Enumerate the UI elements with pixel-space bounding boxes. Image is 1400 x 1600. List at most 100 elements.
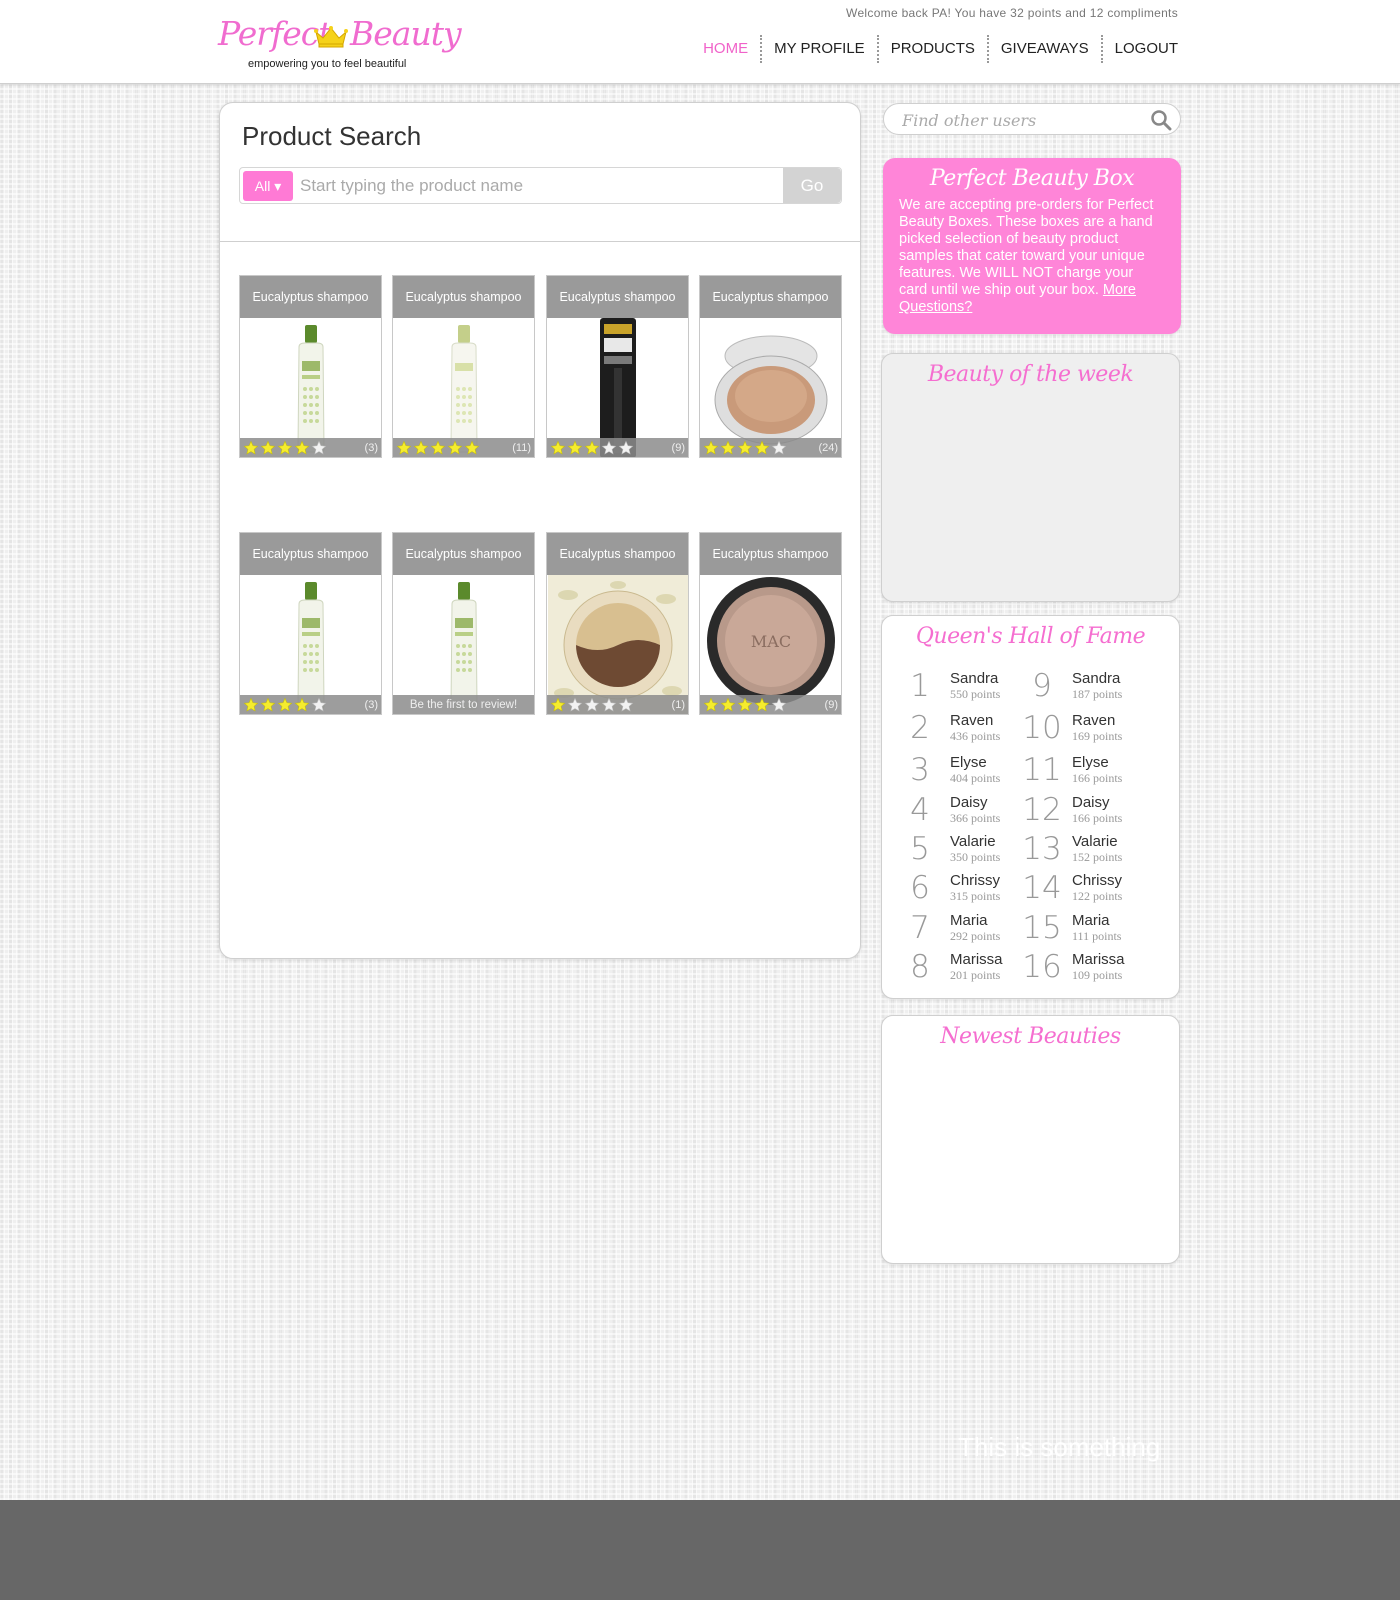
- star-filled-icon: [720, 697, 736, 712]
- hall-of-fame-entry[interactable]: 2 Raven 436 points: [900, 710, 1040, 750]
- product-image: [547, 575, 688, 714]
- star-filled-icon: [703, 440, 719, 455]
- nav-giveaways[interactable]: GIVEAWAYS: [989, 36, 1101, 62]
- member-points: 366 points: [950, 811, 1001, 825]
- user-search-input[interactable]: [902, 108, 1142, 132]
- product-rating-bar: Be the first to review!: [393, 695, 534, 714]
- product-card[interactable]: Eucalyptus shampoo (9): [546, 275, 689, 458]
- beauty-of-the-week-title: Beauty of the week: [927, 362, 1134, 387]
- product-title: Eucalyptus shampoo: [240, 276, 381, 318]
- member-name: Daisy: [1072, 794, 1110, 811]
- rank-number: 14: [1022, 870, 1062, 906]
- star-empty-icon: [601, 440, 617, 455]
- search-icon[interactable]: [1150, 109, 1172, 131]
- star-filled-icon: [277, 440, 293, 455]
- product-card[interactable]: Eucalyptus shampoo (24): [699, 275, 842, 458]
- member-name: Sandra: [950, 670, 999, 687]
- product-rating-bar: (3): [240, 438, 381, 457]
- nav-logout[interactable]: LOGOUT: [1103, 36, 1178, 62]
- star-filled-icon: [737, 440, 753, 455]
- mascara-icon: [599, 318, 636, 457]
- hall-of-fame-entry[interactable]: 3 Elyse 404 points: [900, 752, 1040, 792]
- newest-beauties-title: Newest Beauties: [940, 1024, 1121, 1049]
- product-card[interactable]: Eucalyptus shampoo (3): [239, 532, 382, 715]
- member-name: Marissa: [950, 951, 1003, 968]
- newest-beauties-panel: Newest Beauties: [881, 1015, 1180, 1264]
- product-image: [393, 575, 534, 714]
- star-filled-icon: [430, 440, 446, 455]
- hall-of-fame-entry[interactable]: 1 Sandra 550 points: [900, 668, 1040, 708]
- rank-number: 5: [910, 831, 930, 867]
- member-name: Chrissy: [1072, 872, 1123, 889]
- hall-of-fame-entry[interactable]: 5 Valarie 350 points: [900, 831, 1040, 871]
- star-empty-icon: [618, 440, 634, 455]
- go-button[interactable]: Go: [783, 168, 841, 203]
- hall-of-fame-entry[interactable]: 13 Valarie 152 points: [1022, 831, 1162, 871]
- star-filled-icon: [720, 440, 736, 455]
- product-card[interactable]: Eucalyptus shampoo (1): [546, 532, 689, 715]
- hall-of-fame-title: Queen's Hall of Fame: [915, 624, 1146, 649]
- product-search-input[interactable]: [300, 171, 770, 201]
- star-filled-icon: [754, 697, 770, 712]
- rank-number: 15: [1022, 910, 1062, 946]
- rank-number: 1: [910, 668, 930, 704]
- review-count: (24): [818, 441, 838, 454]
- star-empty-icon: [771, 697, 787, 712]
- nav-products[interactable]: PRODUCTS: [879, 36, 987, 62]
- beauty-of-the-week-panel: Beauty of the week: [881, 353, 1180, 602]
- product-rating-bar: (9): [547, 438, 688, 457]
- hall-of-fame-entry[interactable]: 6 Chrissy 315 points: [900, 870, 1040, 910]
- nav-my-profile[interactable]: MY PROFILE: [762, 36, 877, 62]
- hall-of-fame-entry[interactable]: 11 Elyse 166 points: [1022, 752, 1162, 792]
- section-divider: [220, 241, 860, 242]
- product-card[interactable]: Eucalyptus shampoo Be the first to revie…: [392, 532, 535, 715]
- hall-of-fame-entry[interactable]: 9 Sandra 187 points: [1022, 668, 1162, 708]
- site-logo[interactable]: Perfect Beauty empowering you to feel be…: [218, 8, 462, 74]
- hall-of-fame-entry[interactable]: 7 Maria 292 points: [900, 910, 1040, 950]
- member-name: Chrissy: [950, 872, 1001, 889]
- svg-text:MAC: MAC: [750, 632, 790, 651]
- hall-of-fame-entry[interactable]: 14 Chrissy 122 points: [1022, 870, 1162, 910]
- rank-number: 3: [910, 752, 930, 788]
- product-image: [547, 318, 688, 457]
- star-filled-icon: [754, 440, 770, 455]
- star-filled-icon: [550, 697, 566, 712]
- category-filter-dropdown[interactable]: All ▾: [243, 171, 293, 201]
- product-title: Eucalyptus shampoo: [700, 276, 841, 318]
- member-points: 166 points: [1072, 811, 1123, 825]
- product-title: Eucalyptus shampoo: [393, 533, 534, 575]
- hall-of-fame-entry[interactable]: 10 Raven 169 points: [1022, 710, 1162, 750]
- first-review-prompt[interactable]: Be the first to review!: [396, 699, 531, 711]
- member-points: 122 points: [1072, 889, 1123, 903]
- shampoo-bottle-icon: [296, 582, 325, 710]
- product-card[interactable]: Eucalyptus shampoo (3): [239, 275, 382, 458]
- hall-of-fame-entry[interactable]: 15 Maria 111 points: [1022, 910, 1162, 950]
- product-image: [240, 318, 381, 457]
- product-card[interactable]: Eucalyptus shampoo (11): [392, 275, 535, 458]
- member-name: Valarie: [1072, 833, 1118, 850]
- welcome-message: Welcome back PA! You have 32 points and …: [846, 6, 1178, 20]
- hall-of-fame-entry[interactable]: 12 Daisy 166 points: [1022, 792, 1162, 832]
- member-points: 436 points: [950, 729, 1001, 743]
- member-points: 169 points: [1072, 729, 1123, 743]
- star-filled-icon: [413, 440, 429, 455]
- star-filled-icon: [277, 697, 293, 712]
- review-count: (11): [512, 441, 531, 454]
- rank-number: 9: [1032, 668, 1052, 704]
- product-image: MAC: [700, 575, 841, 714]
- product-rating-bar: (1): [547, 695, 688, 714]
- nav-home[interactable]: HOME: [691, 36, 760, 62]
- hall-of-fame-entry[interactable]: 16 Marissa 109 points: [1022, 949, 1162, 989]
- rank-number: 11: [1022, 752, 1062, 788]
- member-points: 111 points: [1072, 929, 1122, 943]
- hall-of-fame-entry[interactable]: 4 Daisy 366 points: [900, 792, 1040, 832]
- site-footer: [0, 1500, 1400, 1600]
- member-points: 315 points: [950, 889, 1001, 903]
- product-rating-bar: (11): [393, 438, 534, 457]
- hall-of-fame-entry[interactable]: 8 Marissa 201 points: [900, 949, 1040, 989]
- shampoo-bottle-icon: [449, 582, 478, 710]
- star-rating: [550, 440, 634, 456]
- footer-tagline: This is something: [958, 1432, 1161, 1462]
- product-card[interactable]: Eucalyptus shampoo MAC (9): [699, 532, 842, 715]
- star-filled-icon: [294, 440, 310, 455]
